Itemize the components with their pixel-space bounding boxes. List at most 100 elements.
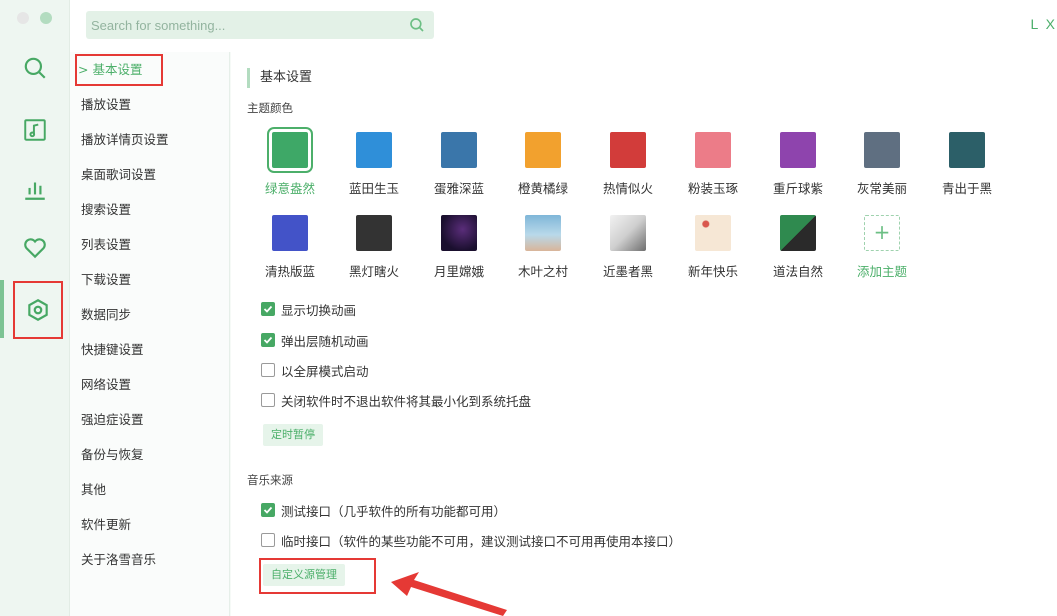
theme-swatch [441, 215, 477, 251]
settings-icon [28, 299, 48, 321]
sidebar-item-other[interactable]: 其他 [81, 480, 106, 500]
nav-favorites[interactable] [0, 222, 70, 274]
sidebar-item-sync[interactable]: 数据同步 [81, 305, 131, 325]
theme-pink[interactable]: 粉装玉琢 [673, 132, 753, 197]
theme-name: 蓝田生玉 [348, 181, 399, 196]
nav-music[interactable] [0, 104, 70, 156]
option-test-api[interactable]: 测试接口（几乎软件的所有功能都可用） [261, 501, 506, 519]
theme-swatch [780, 215, 816, 251]
option-fullscreen-start[interactable]: 以全屏模式启动 [261, 361, 369, 379]
checkbox-checked[interactable] [261, 503, 275, 517]
theme-name: 清热版蓝 [264, 264, 315, 279]
sidebar-item-desktop-lyrics[interactable]: 桌面歌词设置 [81, 165, 156, 185]
theme-name: 木叶之村 [517, 264, 568, 279]
sidebar-item-hotkeys[interactable]: 快捷键设置 [81, 340, 144, 360]
search-input[interactable] [91, 17, 391, 33]
checkbox-checked[interactable] [261, 302, 275, 316]
theme-swatch [356, 215, 392, 251]
theme-color-label: 主题颜色 [247, 101, 293, 115]
theme-purple[interactable]: 重斤球紫 [758, 132, 838, 197]
theme-red[interactable]: 热情似火 [588, 132, 668, 197]
theme-name: 月里嫦娥 [433, 264, 484, 279]
theme-swatch [525, 215, 561, 251]
theme-indigo[interactable]: 清热版蓝 [250, 215, 330, 280]
sidebar-item-playback[interactable]: 播放设置 [81, 95, 131, 115]
checkmark-icon [263, 336, 273, 344]
nav-settings[interactable] [13, 281, 63, 339]
theme-gray[interactable]: 灰常美丽 [842, 132, 922, 197]
theme-swatch [610, 215, 646, 251]
search-icon[interactable] [408, 16, 426, 34]
bar-chart-icon [25, 182, 45, 200]
theme-swatch [695, 132, 731, 168]
theme-moon[interactable]: 月里嫦娥 [419, 215, 499, 280]
chevron-right-icon: > [78, 62, 89, 77]
nav-search[interactable] [0, 42, 70, 94]
checkbox-checked[interactable] [261, 333, 275, 347]
theme-teal[interactable]: 青出于黑 [927, 132, 1007, 197]
window-controls[interactable]: L X [1031, 16, 1057, 32]
theme-green[interactable]: 绿意盎然 [250, 127, 330, 197]
sidebar-item-ocd[interactable]: 强迫症设置 [81, 410, 144, 430]
theme-swatch [272, 215, 308, 251]
theme-name: 粉装玉琢 [687, 181, 738, 196]
checkbox-unchecked[interactable] [261, 533, 275, 547]
sidebar-item-search[interactable]: 搜索设置 [81, 200, 131, 220]
plus-icon: + [864, 215, 900, 251]
theme-name: 绿意盎然 [264, 181, 315, 196]
option-popup-animation[interactable]: 弹出层随机动画 [261, 331, 369, 349]
theme-name: 添加主题 [856, 264, 907, 279]
theme-orange[interactable]: 橙黄橘绿 [503, 132, 583, 197]
theme-name: 橙黄橘绿 [517, 181, 568, 196]
theme-blue[interactable]: 蓝田生玉 [334, 132, 414, 197]
music-note-icon [24, 119, 46, 141]
theme-swatch [441, 132, 477, 168]
checkbox-unchecked[interactable] [261, 363, 275, 377]
theme-leaf-village[interactable]: 木叶之村 [503, 215, 583, 280]
nav-charts[interactable] [0, 163, 70, 215]
option-minimize-to-tray[interactable]: 关闭软件时不退出软件将其最小化到系统托盘 [261, 391, 531, 409]
music-source-label: 音乐来源 [247, 473, 293, 487]
theme-ink[interactable]: 近墨者黑 [588, 215, 668, 280]
theme-name: 重斤球紫 [772, 181, 823, 196]
theme-name: 蛋雅深蓝 [433, 181, 484, 196]
theme-name: 灰常美丽 [856, 181, 907, 196]
theme-name: 新年快乐 [687, 264, 738, 279]
add-theme-button[interactable]: + 添加主题 [842, 215, 922, 280]
theme-deep-blue[interactable]: 蛋雅深蓝 [419, 132, 499, 197]
top-bar: L X [70, 0, 1057, 52]
sidebar-item-list[interactable]: 列表设置 [81, 235, 131, 255]
sidebar-item-play-detail[interactable]: 播放详情页设置 [81, 130, 169, 150]
theme-swatch [356, 132, 392, 168]
theme-name: 热情似火 [602, 181, 653, 196]
theme-name: 黑灯瞎火 [348, 264, 399, 279]
sidebar-item-download[interactable]: 下载设置 [81, 270, 131, 290]
checkbox-unchecked[interactable] [261, 393, 275, 407]
page-title: 基本设置 [247, 68, 312, 88]
active-indicator [0, 280, 4, 338]
theme-black[interactable]: 黑灯瞎火 [334, 215, 414, 280]
maximize-window-button[interactable] [40, 12, 52, 24]
heart-icon [24, 238, 46, 259]
sidebar-item-basic[interactable]: > 基本设置 [75, 54, 163, 86]
timer-pause-button[interactable]: 定时暂停 [263, 424, 323, 446]
theme-nature[interactable]: 道法自然 [758, 215, 838, 280]
checkmark-icon [263, 506, 273, 514]
sidebar-item-about[interactable]: 关于洛雪音乐 [81, 550, 156, 570]
search-bar[interactable] [86, 11, 434, 39]
sidebar-item-backup[interactable]: 备份与恢复 [81, 445, 144, 465]
highlight-box [259, 558, 376, 594]
close-window-button[interactable] [17, 12, 29, 24]
sidebar-item-update[interactable]: 软件更新 [81, 515, 131, 535]
theme-name: 近墨者黑 [602, 264, 653, 279]
theme-name: 道法自然 [772, 264, 823, 279]
checkmark-icon [263, 305, 273, 313]
option-switch-animation[interactable]: 显示切换动画 [261, 300, 356, 318]
sidebar-item-network[interactable]: 网络设置 [81, 375, 131, 395]
settings-sidebar: > 基本设置 播放设置 播放详情页设置 桌面歌词设置 搜索设置 列表设置 下载设… [70, 52, 230, 616]
theme-new-year[interactable]: 新年快乐 [673, 215, 753, 280]
theme-swatch [610, 132, 646, 168]
option-temp-api[interactable]: 临时接口（软件的某些功能不可用，建议测试接口不可用再使用本接口） [261, 531, 681, 549]
theme-swatch [267, 127, 313, 173]
theme-name: 青出于黑 [941, 181, 992, 196]
